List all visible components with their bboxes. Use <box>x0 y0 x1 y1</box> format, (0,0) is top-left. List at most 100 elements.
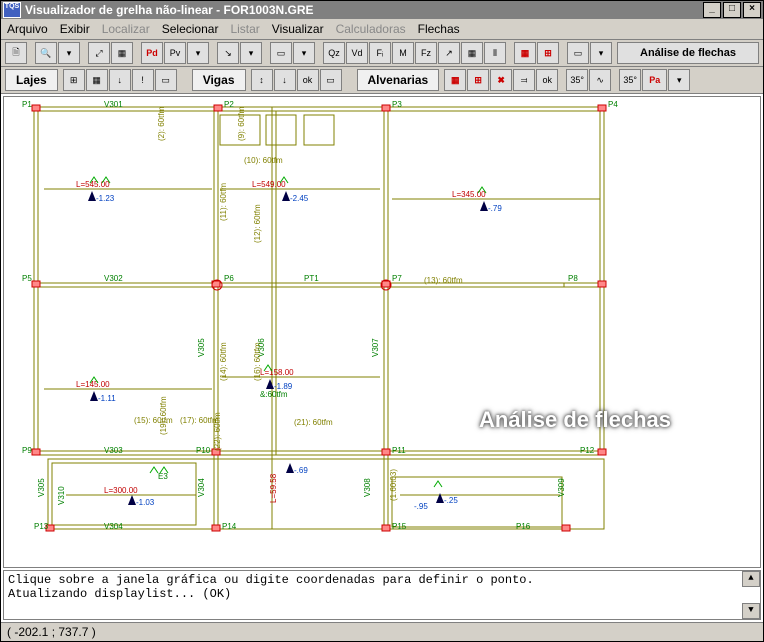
menu-listar[interactable]: Listar <box>230 22 259 36</box>
alv-tool-ok-icon[interactable]: ok <box>536 69 558 91</box>
alv-tool-4-icon[interactable]: ⫤ <box>513 69 535 91</box>
viga-tool-1-icon[interactable]: ↕ <box>251 69 273 91</box>
viga-tool-3-icon[interactable]: ok <box>297 69 319 91</box>
menu-localizar[interactable]: Localizar <box>102 22 150 36</box>
arrow-val-8: -.25 <box>444 496 458 505</box>
menubar: Arquivo Exibir Localizar Selecionar List… <box>1 19 763 40</box>
scroll-down-icon[interactable]: ▼ <box>742 603 760 619</box>
rect-icon[interactable]: ▭ <box>270 42 292 64</box>
label-L545: L=545.00 <box>76 180 110 189</box>
label-p4: P4 <box>608 100 618 109</box>
pa-button[interactable]: Pa <box>642 69 667 91</box>
label-L345: L=345.00 <box>452 190 486 199</box>
console-area[interactable]: Clique sobre a janela gráfica ou digite … <box>3 570 761 620</box>
angle-35a-icon[interactable]: 35° <box>566 69 588 91</box>
pv-button[interactable]: Pv <box>164 42 186 64</box>
section-lajes[interactable]: Lajes <box>5 69 58 91</box>
dwg-icon[interactable]: 🗎 <box>5 42 27 64</box>
label-p10: P10 <box>196 446 211 455</box>
pd-button[interactable]: Pd <box>141 42 163 64</box>
dim-8: (9): 60tfm <box>237 106 246 141</box>
dim-20: (21): 60tfm <box>294 418 333 427</box>
label-v309: V309 <box>557 478 566 497</box>
label-p9: P9 <box>22 446 32 455</box>
tool-f-icon[interactable]: Fᵢ <box>369 42 391 64</box>
tool-hatch-icon[interactable]: ▦ <box>514 42 536 64</box>
label-p1: P1 <box>22 100 32 109</box>
dropdown3-icon[interactable]: ▾ <box>240 42 262 64</box>
tool-fz-icon[interactable]: Fz <box>415 42 437 64</box>
tool-grid2-icon[interactable]: ⊞ <box>537 42 559 64</box>
dropdown-icon[interactable]: ▾ <box>58 42 80 64</box>
tool-box-icon[interactable]: ▭ <box>567 42 589 64</box>
tool-v-icon[interactable]: Vd <box>346 42 368 64</box>
dim-15: (16): 60tfm <box>253 342 262 381</box>
label-p11: P11 <box>392 446 406 455</box>
statusbar: ( -202.1 ; 737.7 ) <box>1 622 763 641</box>
close-button[interactable]: × <box>743 2 761 18</box>
dim-21: (22): 60tfm <box>213 412 222 451</box>
laje-tool-5-icon[interactable]: ▭ <box>155 69 177 91</box>
window-title: Visualizador de grelha não-linear - FOR1… <box>25 3 701 17</box>
dim-17: (19): 60tfm <box>159 396 168 435</box>
label-p16: P16 <box>516 522 531 531</box>
label-v308: V308 <box>363 478 372 497</box>
label-p15: P15 <box>392 522 407 531</box>
menu-flechas[interactable]: Flechas <box>418 22 460 36</box>
label-v302: V302 <box>104 274 123 283</box>
overlay-title: Análise de flechas <box>479 407 671 433</box>
label-p13: P13 <box>34 522 49 531</box>
dim-10: (11): 60tfm <box>219 183 228 221</box>
maximize-button[interactable]: □ <box>723 2 741 18</box>
laje-tool-1-icon[interactable]: ⊞ <box>63 69 85 91</box>
tool-grid-icon[interactable]: ▦ <box>461 42 483 64</box>
structural-plan-svg: P1 P2 P3 P4 P5 P6 PT1 P7 P8 P9 P10 P11 P… <box>4 97 744 567</box>
arrow-val-4: -1.11 <box>98 394 116 403</box>
analysis-button[interactable]: Análise de flechas <box>617 42 759 64</box>
coordinates-readout: ( -202.1 ; 737.7 ) <box>7 625 96 639</box>
dropdown2-icon[interactable]: ▾ <box>187 42 209 64</box>
grid-dots-icon[interactable]: ▦ <box>111 42 133 64</box>
menu-exibir[interactable]: Exibir <box>60 22 90 36</box>
label-L145: L=145.00 <box>76 380 110 389</box>
dropdown6-icon[interactable]: ▾ <box>668 69 690 91</box>
angle-35b-icon[interactable]: 35° <box>619 69 641 91</box>
dim-12: (13): 60tfm <box>424 276 463 285</box>
label-L300: L=300.00 <box>104 486 138 495</box>
scroll-up-icon[interactable]: ▲ <box>742 571 760 587</box>
menu-selecionar[interactable]: Selecionar <box>162 22 219 36</box>
minimize-button[interactable]: _ <box>703 2 721 18</box>
tool-arrow-icon[interactable]: ↗ <box>438 42 460 64</box>
alv-tool-2-icon[interactable]: ⊞ <box>467 69 489 91</box>
wave-icon[interactable]: ∿ <box>589 69 611 91</box>
laje-tool-3-icon[interactable]: ↓ <box>109 69 131 91</box>
tool-sigma-icon[interactable]: ⫴ <box>484 42 506 64</box>
app-icon: TQS <box>3 2 21 18</box>
label-v305: V305 <box>197 338 206 357</box>
axes-icon[interactable]: ⤢ <box>88 42 110 64</box>
viga-tool-4-icon[interactable]: ▭ <box>320 69 342 91</box>
tool-q-icon[interactable]: Qz <box>323 42 345 64</box>
section-alvenarias[interactable]: Alvenarias <box>357 69 440 91</box>
laje-tool-4-icon[interactable]: ! <box>132 69 154 91</box>
arrow-val-1: -1.23 <box>96 194 115 203</box>
dropdown4-icon[interactable]: ▾ <box>293 42 315 64</box>
label-p6: P6 <box>224 274 234 283</box>
dim-9: (10): 60tfm <box>244 156 283 165</box>
vector-icon[interactable]: ↘ <box>217 42 239 64</box>
console-line-1: Clique sobre a janela gráfica ou digite … <box>8 573 756 587</box>
menu-visualizar[interactable]: Visualizar <box>272 22 324 36</box>
viga-tool-2-icon[interactable]: ↓ <box>274 69 296 91</box>
menu-calculadoras[interactable]: Calculadoras <box>336 22 406 36</box>
tool-m-icon[interactable]: M <box>392 42 414 64</box>
alv-tool-1-icon[interactable]: ▦ <box>444 69 466 91</box>
alv-tool-cross-icon[interactable]: ✖ <box>490 69 512 91</box>
svg-text:-.95: -.95 <box>414 502 428 511</box>
app-window: TQS Visualizador de grelha não-linear - … <box>0 0 764 642</box>
zoom-icon[interactable]: 🔍 <box>35 42 57 64</box>
laje-tool-2-icon[interactable]: ▦ <box>86 69 108 91</box>
drawing-canvas[interactable]: P1 P2 P3 P4 P5 P6 PT1 P7 P8 P9 P10 P11 P… <box>3 96 761 568</box>
dropdown5-icon[interactable]: ▾ <box>590 42 612 64</box>
menu-arquivo[interactable]: Arquivo <box>7 22 48 36</box>
section-vigas[interactable]: Vigas <box>192 69 246 91</box>
